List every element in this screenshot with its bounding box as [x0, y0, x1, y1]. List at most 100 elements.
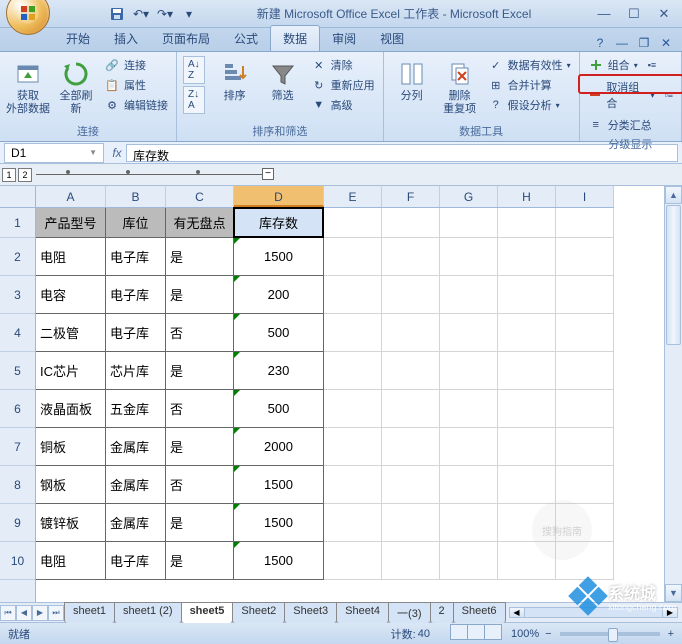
- cell[interactable]: [498, 352, 556, 390]
- row-header-8[interactable]: 8: [0, 466, 35, 504]
- col-header-I[interactable]: I: [556, 186, 614, 207]
- cell[interactable]: [382, 390, 440, 428]
- filter-button[interactable]: 筛选: [261, 56, 305, 105]
- data-cell[interactable]: 2000: [234, 428, 324, 466]
- refresh-all-button[interactable]: 全部刷新: [54, 56, 98, 118]
- row-header-4[interactable]: 4: [0, 314, 35, 352]
- row-header-7[interactable]: 7: [0, 428, 35, 466]
- namebox-dropdown-icon[interactable]: ▼: [89, 148, 97, 157]
- cell[interactable]: [382, 238, 440, 276]
- sheet-tab[interactable]: 2: [430, 602, 454, 623]
- tab-review[interactable]: 审阅: [320, 26, 368, 51]
- scroll-up-button[interactable]: ▲: [665, 186, 682, 204]
- cell[interactable]: [382, 466, 440, 504]
- fx-button[interactable]: fx: [108, 146, 126, 160]
- cell[interactable]: [440, 238, 498, 276]
- tab-insert[interactable]: 插入: [102, 26, 150, 51]
- sheet-tab[interactable]: 一(3): [388, 602, 430, 623]
- clear-filter-button[interactable]: ✕清除: [309, 56, 377, 74]
- vertical-scrollbar[interactable]: ▲ ▼: [664, 186, 682, 602]
- text-to-columns-button[interactable]: 分列: [390, 56, 434, 105]
- data-cell[interactable]: 是: [166, 428, 234, 466]
- data-cell[interactable]: 电子库: [106, 314, 166, 352]
- cell[interactable]: [440, 276, 498, 314]
- ribbon-restore-icon[interactable]: ❐: [636, 35, 652, 51]
- cell[interactable]: [556, 390, 614, 428]
- data-cell[interactable]: 电容: [36, 276, 106, 314]
- data-cell[interactable]: 230: [234, 352, 324, 390]
- cell[interactable]: [324, 542, 382, 580]
- cell[interactable]: [324, 276, 382, 314]
- data-cell[interactable]: 是: [166, 238, 234, 276]
- row-header-5[interactable]: 5: [0, 352, 35, 390]
- header-cell[interactable]: 库位: [106, 208, 166, 238]
- col-header-F[interactable]: F: [382, 186, 440, 207]
- row-header-1[interactable]: 1: [0, 208, 35, 238]
- data-cell[interactable]: 芯片库: [106, 352, 166, 390]
- view-buttons[interactable]: [450, 624, 501, 643]
- col-header-D[interactable]: D: [234, 186, 324, 207]
- cell[interactable]: [440, 542, 498, 580]
- name-box[interactable]: D1 ▼: [4, 143, 104, 163]
- ungroup-button[interactable]: 取消组合▾▫≡: [586, 78, 675, 112]
- what-if-button[interactable]: ?假设分析▾: [486, 96, 573, 114]
- cell[interactable]: [440, 466, 498, 504]
- cell[interactable]: [440, 352, 498, 390]
- cell[interactable]: [556, 428, 614, 466]
- sheet-nav-next[interactable]: ▶: [32, 605, 48, 621]
- zoom-label[interactable]: 100%: [511, 628, 539, 640]
- sheet-tab[interactable]: Sheet4: [336, 602, 389, 623]
- data-cell[interactable]: 否: [166, 466, 234, 504]
- save-icon[interactable]: [108, 5, 126, 23]
- data-cell[interactable]: 1500: [234, 542, 324, 580]
- outline-collapse-button[interactable]: −: [262, 168, 274, 180]
- header-cell[interactable]: 库存数: [234, 208, 324, 238]
- cell[interactable]: [324, 428, 382, 466]
- hscroll-left[interactable]: ◀: [509, 607, 525, 618]
- sheet-tab[interactable]: Sheet2: [232, 602, 285, 623]
- tab-data[interactable]: 数据: [270, 25, 320, 51]
- ribbon-close-icon[interactable]: ✕: [658, 35, 674, 51]
- cell[interactable]: [324, 352, 382, 390]
- row-header-3[interactable]: 3: [0, 276, 35, 314]
- cell[interactable]: [498, 238, 556, 276]
- cell[interactable]: [556, 314, 614, 352]
- select-all-corner[interactable]: [0, 186, 36, 208]
- cell[interactable]: [556, 352, 614, 390]
- col-header-A[interactable]: A: [36, 186, 106, 207]
- cell[interactable]: [498, 428, 556, 466]
- sheet-nav-first[interactable]: ⏮: [0, 605, 16, 621]
- data-cell[interactable]: 否: [166, 314, 234, 352]
- data-cell[interactable]: 电子库: [106, 238, 166, 276]
- outline-level-2[interactable]: 2: [18, 168, 32, 182]
- data-cell[interactable]: 二极管: [36, 314, 106, 352]
- cell[interactable]: [556, 276, 614, 314]
- cell[interactable]: [382, 208, 440, 238]
- data-cell[interactable]: 是: [166, 542, 234, 580]
- qat-dropdown-icon[interactable]: ▾: [180, 5, 198, 23]
- col-header-B[interactable]: B: [106, 186, 166, 207]
- consolidate-button[interactable]: ⊞合并计算: [486, 76, 573, 94]
- row-header-9[interactable]: 9: [0, 504, 35, 542]
- ribbon-minimize-icon[interactable]: —: [614, 35, 630, 51]
- sheet-tab[interactable]: sheet1 (2): [114, 602, 182, 623]
- cell[interactable]: [440, 208, 498, 238]
- cell[interactable]: [324, 208, 382, 238]
- data-cell[interactable]: 200: [234, 276, 324, 314]
- get-external-data-button[interactable]: 获取 外部数据: [6, 56, 50, 118]
- cell[interactable]: [382, 352, 440, 390]
- tab-formulas[interactable]: 公式: [222, 26, 270, 51]
- sort-button[interactable]: 排序: [213, 56, 257, 105]
- tab-layout[interactable]: 页面布局: [150, 26, 222, 51]
- properties-button[interactable]: 📋属性: [102, 76, 170, 94]
- cell[interactable]: [498, 276, 556, 314]
- zoom-slider[interactable]: [560, 632, 660, 636]
- cell[interactable]: [440, 504, 498, 542]
- undo-icon[interactable]: ↶▾: [132, 5, 150, 23]
- sheet-nav-last[interactable]: ⏭: [48, 605, 64, 621]
- cell[interactable]: [324, 466, 382, 504]
- row-header-6[interactable]: 6: [0, 390, 35, 428]
- advanced-filter-button[interactable]: ▼高级: [309, 96, 377, 114]
- data-cell[interactable]: IC芯片: [36, 352, 106, 390]
- data-cell[interactable]: 1500: [234, 466, 324, 504]
